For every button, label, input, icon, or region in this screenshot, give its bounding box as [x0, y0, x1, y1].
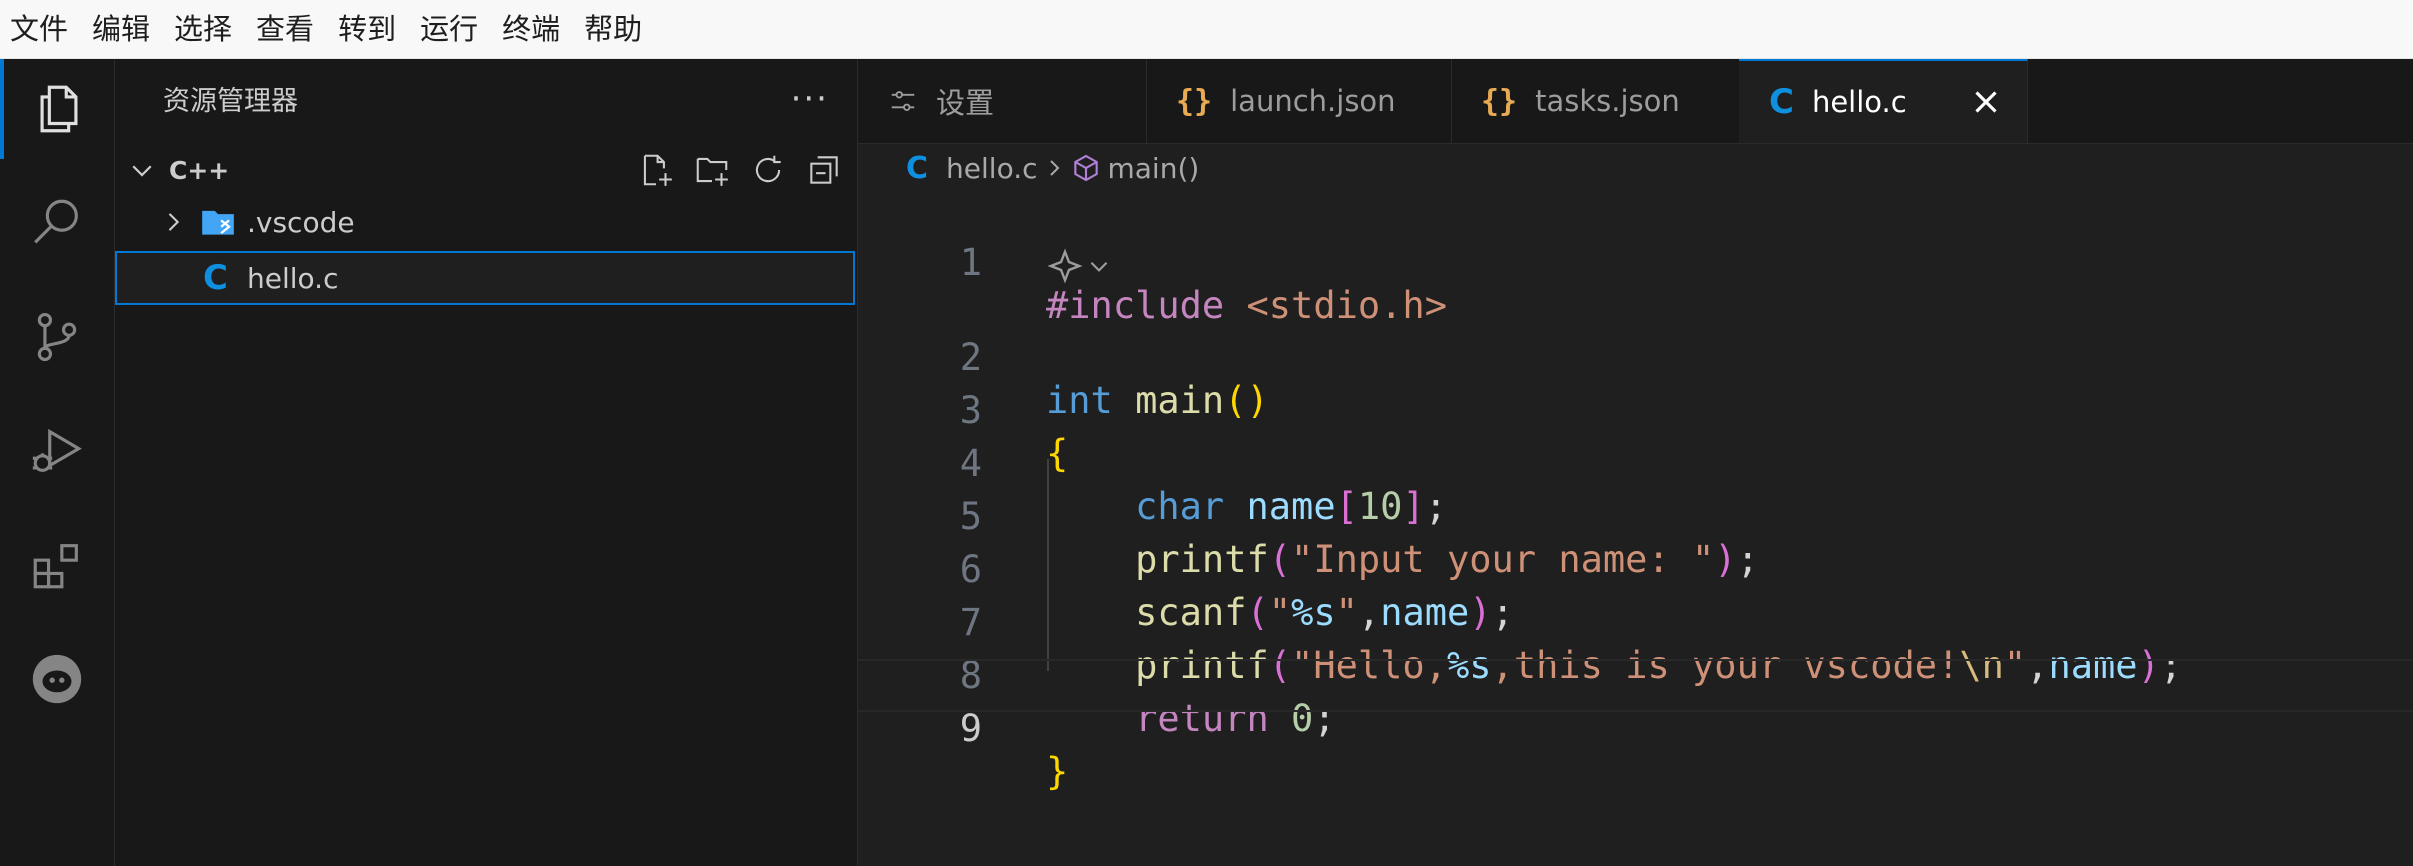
menu-help[interactable]: 帮助: [572, 0, 654, 58]
chevron-down-icon: [1090, 261, 1108, 272]
tab-label: hello.c: [1811, 85, 1907, 119]
more-actions-button[interactable]: ···: [791, 79, 829, 119]
copilot-activity-button[interactable]: [0, 629, 114, 729]
extensions-icon: [33, 544, 78, 589]
code-line: 2 int main(): [858, 288, 2413, 422]
code-line: 1 #include <stdio.h>: [858, 193, 2413, 327]
breadcrumb-file[interactable]: hello.c: [946, 152, 1037, 185]
tab-label: 设置: [936, 86, 995, 120]
copilot-icon: [32, 654, 82, 704]
breadcrumb: C hello.c main(): [858, 143, 1199, 193]
menu-selection[interactable]: 选择: [162, 0, 244, 58]
menu-bar: 文件 编辑 选择 查看 转到 运行 终端 帮助: [0, 0, 2413, 59]
code-line: 3 {: [858, 341, 2413, 475]
line-number: 9: [959, 707, 982, 750]
settings-icon: [891, 91, 915, 111]
chevron-right-icon: [1049, 160, 1059, 176]
editor-area: 设置 {} launch.json {} tasks.json C hello.…: [858, 59, 2413, 866]
tree-item-label: hello.c: [247, 261, 339, 295]
search-activity-button[interactable]: [0, 173, 114, 273]
breadcrumb-symbol[interactable]: main(): [1108, 152, 1200, 185]
menu-edit[interactable]: 编辑: [80, 0, 162, 58]
explorer-sidebar: 资源管理器 ··· C++ .vscode C hello.c: [115, 59, 858, 866]
tab-label: launch.json: [1230, 84, 1396, 118]
code-line: 6 scanf("%s",name);: [858, 500, 2413, 634]
extensions-activity-button[interactable]: [0, 515, 114, 615]
collapse-all-icon[interactable]: [805, 151, 843, 189]
chevron-right-icon: [168, 213, 180, 231]
tab-bar: 设置 {} launch.json {} tasks.json C hello.…: [858, 59, 2413, 144]
search-icon: [34, 199, 78, 244]
explorer-activity-button[interactable]: [0, 59, 114, 159]
c-file-icon: C: [906, 150, 929, 186]
sparkle-icon: [1047, 248, 1083, 284]
source-control-icon: [37, 312, 77, 362]
inline-chat-hint[interactable]: [1046, 247, 1112, 285]
tab-label: tasks.json: [1535, 84, 1680, 118]
tree-item-vscode-folder[interactable]: .vscode: [115, 197, 855, 247]
json-braces-icon: {}: [1176, 83, 1213, 119]
c-file-icon: C: [1769, 82, 1794, 122]
menu-run[interactable]: 运行: [408, 0, 490, 58]
code-line-current: 9 }: [858, 659, 2413, 793]
chevron-down-icon: [132, 165, 152, 177]
vscode-folder-icon: [202, 210, 234, 235]
explorer-title: 资源管理器: [163, 86, 298, 117]
new-file-icon[interactable]: [637, 151, 675, 189]
code-line: 5 printf("Input your name: ");: [858, 447, 2413, 581]
tab-tasks-json[interactable]: {} tasks.json: [1451, 59, 1740, 143]
json-braces-icon: {}: [1481, 83, 1518, 119]
workspace-section-header[interactable]: C++: [115, 145, 857, 195]
refresh-icon[interactable]: [749, 151, 787, 189]
code-line: 7 printf("Hello,%s,this is your vscode!\…: [858, 553, 2413, 687]
source-control-activity-button[interactable]: [0, 287, 114, 387]
close-icon[interactable]: [1967, 83, 2005, 121]
menu-go[interactable]: 转到: [326, 0, 408, 58]
run-debug-icon: [32, 428, 82, 472]
run-debug-activity-button[interactable]: [0, 401, 114, 501]
code-line: 4 char name[10];: [858, 394, 2413, 528]
workspace-name: C++: [169, 155, 230, 185]
tree-item-hello-c[interactable]: C hello.c: [115, 251, 855, 305]
tab-launch-json[interactable]: {} launch.json: [1146, 59, 1452, 143]
menu-file[interactable]: 文件: [0, 0, 80, 58]
c-file-icon: C: [203, 258, 228, 298]
menu-terminal[interactable]: 终端: [490, 0, 572, 58]
new-folder-icon[interactable]: [693, 151, 731, 189]
line-number: 1: [959, 241, 982, 284]
symbol-method-icon: [1073, 154, 1098, 182]
menu-view[interactable]: 查看: [244, 0, 326, 58]
files-icon: [40, 85, 78, 133]
tab-settings[interactable]: 设置: [858, 59, 1147, 143]
tab-hello-c[interactable]: C hello.c: [1739, 59, 2028, 143]
activity-bar: [0, 59, 115, 866]
tree-item-label: .vscode: [247, 205, 355, 239]
code-line: 8 return 0;: [858, 606, 2413, 740]
